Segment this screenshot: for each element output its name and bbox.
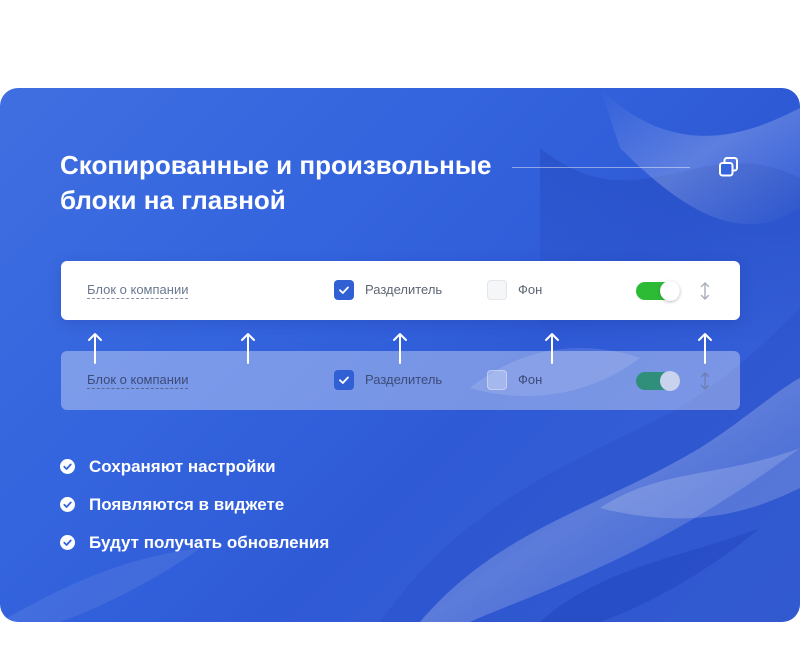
check-circle-icon (60, 497, 75, 512)
background-checkbox[interactable] (487, 280, 507, 300)
feature-text: Появляются в виджете (89, 495, 285, 514)
copy-icon[interactable] (717, 155, 741, 179)
check-icon (339, 286, 349, 294)
promo-card: Скопированные и произвольные блоки на гл… (0, 88, 800, 622)
drag-handle-icon (700, 372, 710, 390)
block-title-link[interactable]: Блок о компании (87, 283, 189, 299)
check-circle-icon (60, 459, 75, 474)
title-divider (512, 167, 690, 168)
check-circle-icon (60, 535, 75, 550)
check-icon (339, 376, 349, 384)
feature-text: Будут получать обновления (89, 533, 330, 552)
divider-checkbox[interactable] (334, 280, 354, 300)
copied-divider-checkbox (334, 370, 354, 390)
enable-toggle[interactable] (636, 281, 680, 301)
title-line-1: Скопированные и произвольные (60, 150, 492, 180)
copied-block-row: Блок о компании Разделитель Фон (61, 351, 740, 410)
copied-background-label: Фон (518, 372, 543, 387)
background-label: Фон (518, 282, 543, 297)
toggle-knob (660, 281, 680, 301)
feature-text: Сохраняют настройки (89, 457, 276, 476)
page-title: Скопированные и произвольные блоки на гл… (60, 148, 500, 218)
title-line-2: блоки на главной (60, 185, 286, 215)
drag-handle-icon[interactable] (698, 281, 712, 301)
copied-divider-label: Разделитель (365, 372, 443, 387)
toggle-knob (660, 371, 680, 391)
copied-enable-toggle (636, 371, 680, 391)
copied-background-checkbox (487, 370, 507, 390)
block-row[interactable]: Блок о компании Разделитель Фон (61, 261, 740, 320)
copied-block-title: Блок о компании (87, 372, 189, 389)
divider-label: Разделитель (365, 282, 443, 297)
